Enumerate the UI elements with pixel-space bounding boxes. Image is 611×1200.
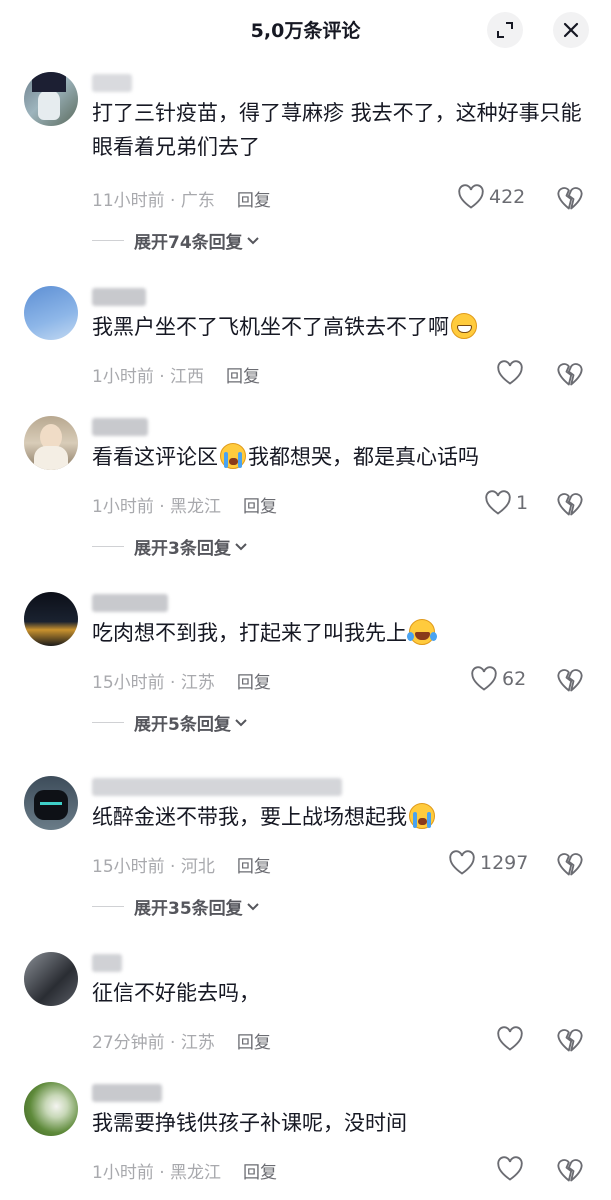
reply-button[interactable]: 回复 (226, 367, 260, 387)
expand-replies-label: 展开3条回复 (134, 539, 231, 559)
reply-button[interactable]: 回复 (243, 1163, 277, 1183)
comment-text: 吃肉想不到我，打起来了叫我先上 (92, 616, 592, 650)
close-icon (563, 22, 579, 38)
like-button[interactable] (496, 1026, 528, 1052)
grinning-face-emoji (451, 313, 477, 339)
like-button[interactable]: 62 (470, 666, 526, 692)
expand-replies-button[interactable]: 展开5条回复 (92, 710, 248, 735)
divider-line (92, 240, 124, 241)
comment-text-before: 看看这评论区 (92, 445, 218, 469)
comment-text: 看看这评论区 我都想哭，都是真心话吗 (92, 440, 592, 474)
time-location: 15小时前 · 河北 (92, 857, 215, 877)
chevron-down-icon (246, 236, 259, 244)
like-button[interactable] (496, 360, 528, 386)
comment-text-content: 纸醉金迷不带我，要上战场想起我 (92, 805, 407, 829)
expand-replies-label: 展开74条回复 (134, 233, 243, 253)
comment-text-content: 我黑户坐不了飞机坐不了高铁去不了啊 (92, 315, 449, 339)
divider-line (92, 722, 124, 723)
username-blurred[interactable] (92, 954, 122, 972)
username-blurred[interactable] (92, 288, 146, 306)
chevron-down-icon (235, 718, 247, 726)
dislike-broken-heart-icon[interactable] (556, 666, 584, 694)
chevron-down-icon (235, 542, 247, 550)
avatar[interactable] (24, 72, 78, 126)
dislike-broken-heart-icon[interactable] (556, 1026, 584, 1054)
comment-meta: 1小时前 · 黑龙江 回复 (92, 492, 277, 517)
time-location: 11小时前 · 广东 (92, 191, 215, 211)
comment-meta: 11小时前 · 广东 回复 (92, 186, 271, 211)
expand-replies-button[interactable]: 展开35条回复 (92, 894, 260, 919)
username-blurred[interactable] (92, 1084, 162, 1102)
expand-replies-button[interactable]: 展开3条回复 (92, 534, 248, 559)
username-blurred[interactable] (92, 418, 148, 436)
heart-icon (471, 666, 497, 691)
heart-icon (458, 184, 484, 209)
avatar[interactable] (24, 776, 78, 830)
expand-replies-label: 展开35条回复 (134, 899, 243, 919)
heart-icon (497, 1156, 523, 1181)
dislike-broken-heart-icon[interactable] (556, 490, 584, 518)
comment-text: 打了三针疫苗，得了荨麻疹 我去不了，这种好事只能眼看着兄弟们去了 (92, 101, 582, 159)
avatar[interactable] (24, 1082, 78, 1136)
time-location: 1小时前 · 黑龙江 (92, 1163, 222, 1183)
like-count: 1 (516, 492, 529, 514)
reply-button[interactable]: 回复 (237, 191, 271, 211)
comment-meta: 1小时前 · 黑龙江 回复 (92, 1158, 277, 1183)
username-blurred[interactable] (92, 778, 342, 796)
heart-icon (497, 1026, 523, 1051)
like-button[interactable]: 422 (457, 184, 525, 210)
reply-button[interactable]: 回复 (237, 1033, 271, 1053)
avatar[interactable] (24, 592, 78, 646)
expand-icon (497, 22, 513, 38)
comment-meta: 15小时前 · 河北 回复 (92, 852, 271, 877)
username-blurred[interactable] (92, 594, 168, 612)
like-button[interactable]: 1 (484, 490, 528, 516)
avatar[interactable] (24, 952, 78, 1006)
dislike-broken-heart-icon[interactable] (556, 1156, 584, 1184)
comment-text: 我需要挣钱供孩子补课呢，没时间 (92, 1111, 407, 1135)
divider-line (92, 906, 124, 907)
chevron-down-icon (246, 902, 259, 910)
close-button[interactable] (553, 12, 589, 48)
dislike-broken-heart-icon[interactable] (556, 360, 584, 388)
time-location: 15小时前 · 江苏 (92, 673, 215, 693)
like-count: 1297 (480, 852, 529, 874)
time-location: 27分钟前 · 江苏 (92, 1033, 215, 1053)
comment-text: 纸醉金迷不带我，要上战场想起我 (92, 800, 592, 834)
comment-text: 我黑户坐不了飞机坐不了高铁去不了啊 (92, 310, 592, 344)
like-button[interactable]: 1297 (448, 850, 528, 876)
comment-meta: 15小时前 · 江苏 回复 (92, 668, 271, 693)
comment-text-after: 我都想哭，都是真心话吗 (248, 445, 479, 469)
expand-replies-button[interactable]: 展开74条回复 (92, 228, 260, 253)
comments-header: 5,0万条评论 (0, 0, 611, 60)
loudly-crying-face-emoji (220, 443, 246, 469)
reply-button[interactable]: 回复 (243, 497, 277, 517)
like-button[interactable] (496, 1156, 528, 1182)
reply-button[interactable]: 回复 (237, 857, 271, 877)
reply-button[interactable]: 回复 (237, 673, 271, 693)
comment-meta: 1小时前 · 江西 回复 (92, 362, 260, 387)
comment-text-content: 吃肉想不到我，打起来了叫我先上 (92, 621, 407, 645)
comment-meta: 27分钟前 · 江苏 回复 (92, 1028, 271, 1053)
tears-of-joy-face-emoji (407, 619, 437, 645)
heart-icon (497, 360, 523, 385)
like-count: 62 (502, 668, 527, 690)
loudly-crying-face-emoji (409, 803, 435, 829)
heart-icon (485, 490, 511, 515)
expand-button[interactable] (487, 12, 523, 48)
username-blurred[interactable] (92, 74, 132, 92)
time-location: 1小时前 · 江西 (92, 367, 205, 387)
expand-replies-label: 展开5条回复 (134, 715, 231, 735)
avatar[interactable] (24, 416, 78, 470)
divider-line (92, 546, 124, 547)
like-count: 422 (489, 186, 526, 208)
comment-text: 征信不好能去吗， (92, 981, 260, 1005)
dislike-broken-heart-icon[interactable] (556, 184, 584, 212)
time-location: 1小时前 · 黑龙江 (92, 497, 222, 517)
avatar[interactable] (24, 286, 78, 340)
heart-icon (449, 850, 475, 875)
dislike-broken-heart-icon[interactable] (556, 850, 584, 878)
